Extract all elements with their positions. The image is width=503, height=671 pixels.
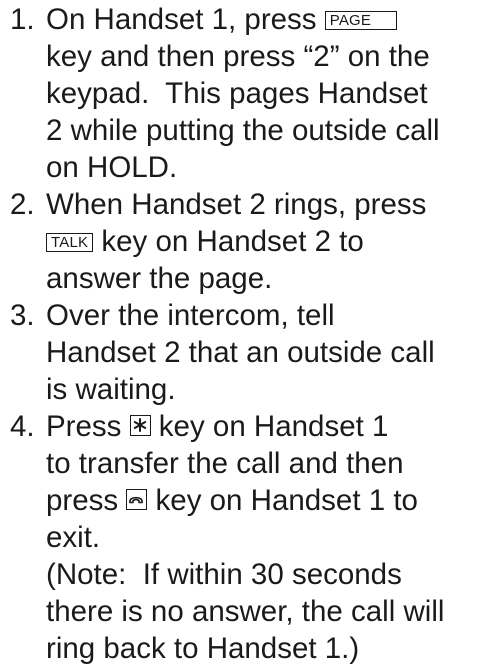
step-number: 1. [10, 3, 35, 36]
step-number: 3. [10, 299, 35, 332]
end-call-key-icon [126, 489, 148, 510]
step-number: 4. [10, 410, 35, 443]
step-text: to transfer the call and then [46, 447, 404, 480]
step-text: keypad. This pages Handset [46, 77, 428, 110]
step-text: Press [46, 410, 130, 443]
step-text: press [46, 484, 127, 517]
note-text: there is no answer, the call will [46, 595, 445, 628]
step-text: is waiting. [46, 373, 176, 406]
step-text: exit. [46, 521, 101, 554]
step-2: 2. When Handset 2 rings, press TALK key … [0, 186, 503, 297]
step-1: 1. On Handset 1, press PAGE key and then… [0, 1, 503, 186]
step-text: Handset 2 that an outside call [46, 336, 435, 369]
note-text: ring back to Handset 1.) [46, 632, 360, 665]
step-text: 2 while putting the outside call [46, 114, 440, 147]
step-text: answer the page. [46, 262, 273, 295]
step-text: key on Handset 2 to [93, 225, 364, 258]
step-3: 3. Over the intercom, tell Handset 2 tha… [0, 297, 503, 408]
step-text: When Handset 2 rings, press [46, 188, 427, 221]
step-text: key on Handset 1 [150, 410, 389, 443]
step-text: On Handset 1, press [46, 3, 325, 36]
step-text: key on Handset 1 to [147, 484, 418, 517]
step-4: 4. Press key on Handset 1 to transfer th… [0, 408, 503, 667]
step-text: on HOLD. [46, 151, 178, 184]
step-text: Over the intercom, tell [46, 299, 335, 332]
talk-key-label: TALK [46, 233, 94, 252]
step-text: key and then press “2” on the [46, 40, 430, 73]
note-text: (Note: If within 30 seconds [46, 558, 402, 591]
step-number: 2. [10, 188, 35, 221]
page-key-label: PAGE [324, 11, 397, 30]
instruction-list: 1. On Handset 1, press PAGE key and then… [0, 0, 503, 667]
star-key-icon [129, 415, 151, 436]
